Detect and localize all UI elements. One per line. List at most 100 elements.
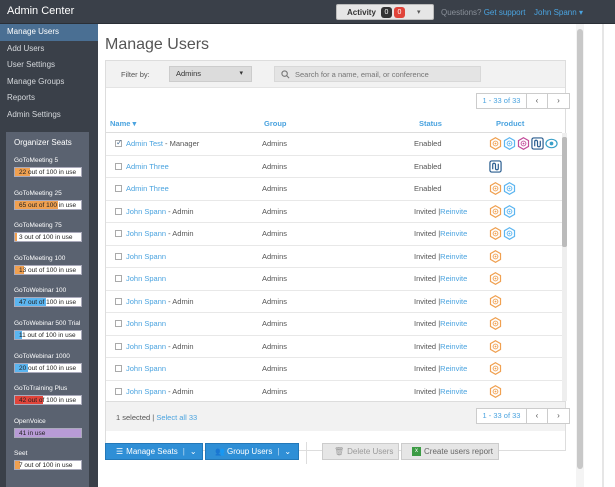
activity-dropdown[interactable]: Activity 0 0 ▾ bbox=[336, 4, 434, 20]
sidebar-item-add-users[interactable]: Add Users bbox=[0, 41, 98, 58]
seat-item: Seet 7 out of 100 in use bbox=[14, 450, 89, 483]
status-cell: Invited |Reinvite bbox=[414, 364, 468, 373]
manage-seats-button[interactable]: ☰ Manage Seats | ⌄ bbox=[105, 443, 203, 460]
user-name-link[interactable]: John Spann bbox=[126, 342, 166, 351]
table-row[interactable]: John Spann Admins Invited |Reinvite bbox=[106, 313, 562, 336]
alert-count-badge: 0 bbox=[394, 6, 405, 18]
row-checkbox[interactable] bbox=[115, 320, 122, 327]
sidebar-item-user-settings[interactable]: User Settings bbox=[0, 57, 98, 74]
seat-usage-text: 22 out of 100 in use bbox=[19, 169, 77, 176]
meeting-product-icon bbox=[489, 182, 502, 195]
column-header-group[interactable]: Group bbox=[264, 119, 287, 128]
seat-usage-fill bbox=[15, 233, 17, 242]
reinvite-link[interactable]: Reinvite bbox=[440, 319, 467, 328]
group-cell: Admins bbox=[262, 341, 288, 351]
table-scroll-thumb[interactable] bbox=[562, 137, 567, 247]
reinvite-link[interactable]: Reinvite bbox=[440, 207, 467, 216]
reinvite-link[interactable]: Reinvite bbox=[440, 364, 467, 373]
delete-users-button[interactable]: 🗑 Delete Users bbox=[322, 443, 399, 460]
row-checkbox[interactable] bbox=[115, 365, 122, 372]
table-row[interactable]: John Spann Admins Invited |Reinvite bbox=[106, 358, 562, 381]
user-name-link[interactable]: John Spann bbox=[126, 319, 166, 328]
table-scrollbar[interactable] bbox=[562, 133, 567, 401]
reinvite-link[interactable]: Reinvite bbox=[440, 342, 467, 351]
reinvite-link[interactable]: Reinvite bbox=[440, 252, 467, 261]
row-checkbox[interactable] bbox=[115, 185, 122, 192]
table-row[interactable]: John Spann Admins Invited |Reinvite bbox=[106, 246, 562, 268]
get-support-link[interactable]: Get support bbox=[484, 8, 526, 17]
prev-page-button[interactable]: ‹ bbox=[527, 94, 548, 108]
seat-name: GoToWebinar 500 Trial bbox=[14, 319, 81, 327]
group-cell: Admins bbox=[262, 364, 288, 373]
seat-usage-bar: 65 out of 100 in use bbox=[14, 199, 82, 210]
prev-page-button[interactable]: ‹ bbox=[527, 409, 548, 423]
reinvite-link[interactable]: Reinvite bbox=[440, 297, 467, 306]
row-checkbox[interactable] bbox=[115, 297, 122, 305]
group-users-button[interactable]: 👥 Group Users | ⌄ bbox=[205, 443, 299, 460]
table-row[interactable]: John Spann - Admin Admins Invited |Reinvit… bbox=[106, 291, 562, 313]
product-icons bbox=[489, 294, 502, 308]
row-checkbox[interactable] bbox=[115, 138, 123, 147]
sidebar-item-manage-groups[interactable]: Manage Groups bbox=[0, 74, 98, 91]
table-row[interactable]: John Spann - Admin Admins Invited |Reinvit… bbox=[106, 201, 562, 223]
table-row[interactable]: John Spann - Admin Admins Invited |Reinvit… bbox=[106, 223, 562, 246]
user-name-link[interactable]: John Spann bbox=[126, 207, 166, 216]
user-name-link[interactable]: John Spann bbox=[126, 229, 166, 238]
user-name-link[interactable]: John Spann bbox=[126, 252, 166, 261]
user-name-link[interactable]: Admin Three bbox=[126, 162, 169, 171]
table-row[interactable]: John Spann - Admin Admins Invited |Reinvit… bbox=[106, 381, 562, 402]
status-text: Enabled bbox=[414, 184, 442, 193]
status-cell: Invited |Reinvite bbox=[414, 274, 468, 283]
row-checkbox[interactable] bbox=[115, 207, 122, 215]
table-row[interactable]: Admin Three Admins Enabled bbox=[106, 156, 562, 178]
column-header-product[interactable]: Product bbox=[496, 119, 524, 128]
filter-select[interactable]: Admins ▾ bbox=[169, 66, 252, 82]
seat-usage-text: 47 out of 100 in use bbox=[19, 299, 77, 307]
user-name-link[interactable]: John Spann bbox=[126, 364, 166, 373]
page-scroll-thumb[interactable] bbox=[577, 29, 583, 469]
row-checkbox[interactable] bbox=[115, 252, 122, 260]
column-header-name[interactable]: Name ▾ bbox=[110, 119, 136, 128]
table-row[interactable]: Admin Test - Manager Admins Enabled bbox=[106, 133, 562, 156]
row-checkbox[interactable] bbox=[115, 387, 122, 395]
user-name-cell: John Spann - Admin bbox=[126, 387, 194, 396]
status-text: Invited bbox=[414, 364, 437, 373]
user-name-link[interactable]: John Spann bbox=[126, 297, 166, 306]
row-checkbox[interactable] bbox=[115, 342, 122, 350]
create-report-label: Create users report bbox=[424, 447, 493, 456]
next-page-button[interactable]: › bbox=[548, 409, 569, 423]
page-scrollbar[interactable] bbox=[576, 24, 584, 487]
sidebar-item-manage-users[interactable]: Manage Users bbox=[0, 24, 98, 41]
window-edge bbox=[602, 24, 615, 487]
create-report-button[interactable]: x Create users report bbox=[401, 443, 499, 460]
pager-top: 1 - 33 of 33 ‹ › bbox=[476, 93, 570, 109]
user-name-link[interactable]: Admin Test bbox=[126, 139, 163, 148]
reinvite-link[interactable]: Reinvite bbox=[440, 229, 467, 238]
row-checkbox[interactable] bbox=[115, 275, 122, 282]
sidebar-item-admin-settings[interactable]: Admin Settings bbox=[0, 107, 98, 124]
webinar-product-icon bbox=[503, 137, 516, 150]
table-row[interactable]: Admin Three Admins Enabled bbox=[106, 178, 562, 201]
row-checkbox[interactable] bbox=[115, 162, 122, 170]
user-name-link[interactable]: John Spann bbox=[126, 274, 166, 283]
next-page-button[interactable]: › bbox=[548, 94, 569, 108]
reinvite-link[interactable]: Reinvite bbox=[440, 387, 467, 396]
column-header-status[interactable]: Status bbox=[419, 119, 442, 128]
user-name-link[interactable]: John Spann bbox=[126, 387, 166, 396]
table-row[interactable]: John Spann Admins Invited |Reinvite bbox=[106, 268, 562, 291]
reinvite-link[interactable]: Reinvite bbox=[440, 274, 467, 283]
sidebar-item-reports[interactable]: Reports bbox=[0, 90, 98, 107]
search-input[interactable] bbox=[295, 68, 475, 80]
questions-label: Questions? bbox=[441, 8, 482, 17]
table-row[interactable]: John Spann - Admin Admins Invited |Reinvit… bbox=[106, 336, 562, 358]
webinar-product-icon bbox=[503, 227, 516, 240]
row-checkbox[interactable] bbox=[115, 230, 122, 237]
help-text: Questions? Get support bbox=[441, 8, 526, 17]
user-name-link[interactable]: Admin Three bbox=[126, 184, 169, 193]
seat-usage-text: 13 out of 100 in use bbox=[19, 266, 77, 274]
manage-seats-label: Manage Seats bbox=[126, 447, 178, 456]
user-menu[interactable]: John Spann ▾ bbox=[534, 8, 583, 17]
select-all-link[interactable]: Select all 33 bbox=[156, 413, 197, 422]
seat-usage-bar: 20 out of 100 in use bbox=[14, 362, 82, 373]
seat-item: GoToMeeting 100 13 out of 100 in use bbox=[14, 255, 89, 288]
